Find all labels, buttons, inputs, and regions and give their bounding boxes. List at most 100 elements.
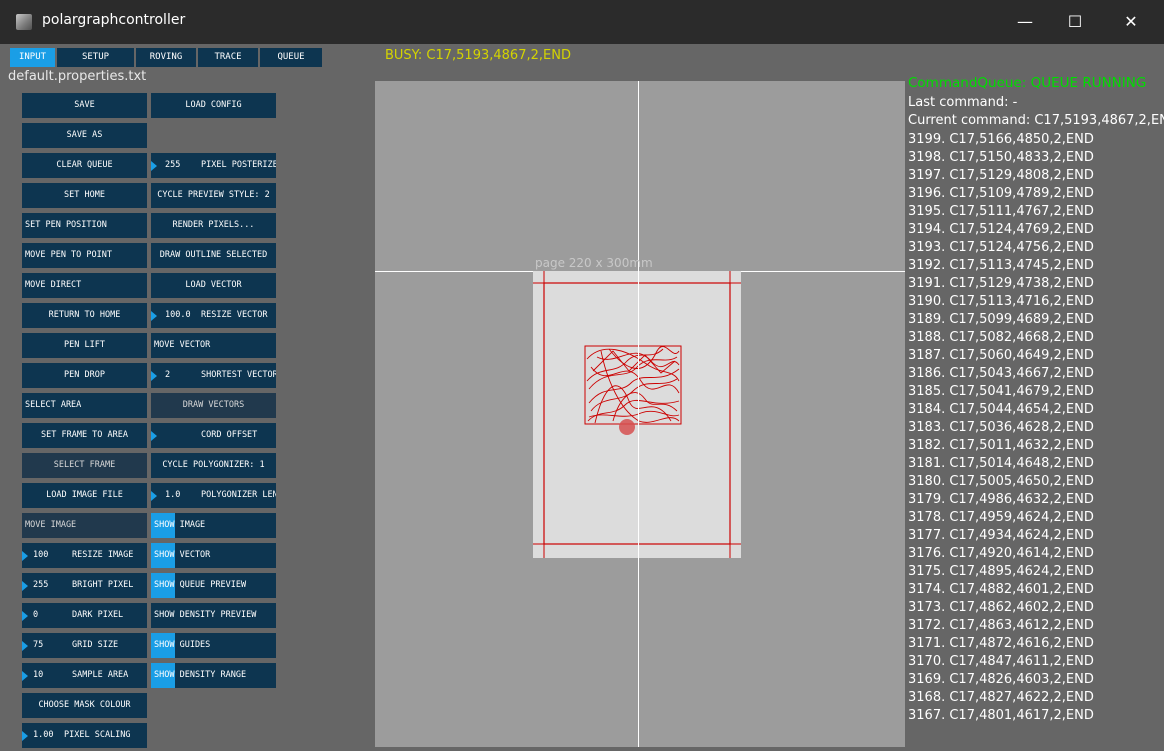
resize-image-label: RESIZE IMAGE <box>72 550 134 560</box>
show-density-range-toggle[interactable]: SHOW DENSITY RANGE <box>151 663 276 688</box>
cycle-polygonizer-button[interactable]: CYCLE POLYGONIZER: 1 <box>151 453 276 478</box>
polygonizer-length-label: POLYGONIZER LENGTH <box>201 490 276 500</box>
set-pen-position-button[interactable]: SET PEN POSITION <box>22 213 147 238</box>
tab-input[interactable]: INPUT <box>10 48 55 67</box>
current-command: Current command: C17,5193,4867,2,END <box>908 113 1164 128</box>
show-image-toggle[interactable]: SHOW IMAGE <box>151 513 276 538</box>
bright-pixel-label: BRIGHT PIXEL <box>72 580 134 590</box>
frame-outline <box>543 282 731 545</box>
queue-entry: 3189. C17,5099,4689,2,END <box>908 312 1094 327</box>
load-image-file-button[interactable]: LOAD IMAGE FILE <box>22 483 147 508</box>
show-density-range-label: SHOW DENSITY RANGE <box>154 670 247 680</box>
queue-entry: 3174. C17,4882,4601,2,END <box>908 582 1094 597</box>
value-arrow-icon <box>22 551 28 561</box>
queue-entry: 3196. C17,5109,4789,2,END <box>908 186 1094 201</box>
queue-entry: 3181. C17,5014,4648,2,END <box>908 456 1094 471</box>
dark-pixel-value: 0 <box>33 610 39 620</box>
last-command: Last command: - <box>908 95 1018 110</box>
tab-setup[interactable]: SETUP <box>57 48 134 67</box>
window-title: polargraphcontroller <box>42 12 186 28</box>
show-density-preview-label: SHOW DENSITY PREVIEW <box>154 610 257 620</box>
queue-entry: 3168. C17,4827,4622,2,END <box>908 690 1094 705</box>
render-pixels-button[interactable]: RENDER PIXELS... <box>151 213 276 238</box>
value-arrow-icon <box>151 311 157 321</box>
show-vector-toggle[interactable]: SHOW VECTOR <box>151 543 276 568</box>
sample-area-value: 10 <box>33 670 44 680</box>
resize-vector-value: 100.0 <box>165 310 191 320</box>
value-arrow-icon <box>22 641 28 651</box>
pixel-scaling-control[interactable]: 1.00 PIXEL SCALING <box>22 723 147 748</box>
move-vector-button[interactable]: MOVE VECTOR <box>151 333 276 358</box>
queue-entry: 3178. C17,4959,4624,2,END <box>908 510 1094 525</box>
queue-entry: 3194. C17,5124,4769,2,END <box>908 222 1094 237</box>
load-config-button[interactable]: LOAD CONFIG <box>151 93 276 118</box>
set-home-button[interactable]: SET HOME <box>22 183 147 208</box>
resize-image-control[interactable]: 100 RESIZE IMAGE <box>22 543 147 568</box>
sample-area-label: SAMPLE AREA <box>72 670 129 680</box>
vector-drawing <box>586 346 680 424</box>
cord-offset-control[interactable]: CORD OFFSET <box>151 423 276 448</box>
queue-entry: 3182. C17,5011,4632,2,END <box>908 438 1094 453</box>
draw-outline-selected-button[interactable]: DRAW OUTLINE SELECTED <box>151 243 276 268</box>
tab-roving[interactable]: ROVING <box>136 48 196 67</box>
dark-pixel-control[interactable]: 0 DARK PIXEL <box>22 603 147 628</box>
return-to-home-button[interactable]: RETURN TO HOME <box>22 303 147 328</box>
queue-entry: 3180. C17,5005,4650,2,END <box>908 474 1094 489</box>
vertical-guide-line <box>638 81 639 747</box>
choose-mask-colour-button[interactable]: CHOOSE MASK COLOUR <box>22 693 147 718</box>
value-arrow-icon <box>151 371 157 381</box>
queue-entry: 3195. C17,5111,4767,2,END <box>908 204 1094 219</box>
resize-vector-control[interactable]: 100.0 RESIZE VECTOR <box>151 303 276 328</box>
bright-pixel-control[interactable]: 255 BRIGHT PIXEL <box>22 573 147 598</box>
page-size-label: page 220 x 300mm <box>535 256 653 270</box>
select-area-button[interactable]: SELECT AREA <box>22 393 147 418</box>
machine-canvas[interactable]: page 220 x 300mm <box>375 81 905 747</box>
value-arrow-icon <box>151 161 157 171</box>
queue-entry: 3198. C17,5150,4833,2,END <box>908 150 1094 165</box>
pen-drop-button[interactable]: PEN DROP <box>22 363 147 388</box>
maximize-button[interactable]: ☐ <box>1052 0 1098 44</box>
app-area: INPUT SETUP ROVING TRACE QUEUE BUSY: C17… <box>0 44 1164 751</box>
set-frame-to-area-button[interactable]: SET FRAME TO AREA <box>22 423 147 448</box>
minimize-button[interactable]: — <box>1002 0 1048 44</box>
tab-queue[interactable]: QUEUE <box>260 48 322 67</box>
move-direct-button[interactable]: MOVE DIRECT <box>22 273 147 298</box>
show-density-preview-toggle[interactable]: SHOW DENSITY PREVIEW <box>151 603 276 628</box>
select-frame-button[interactable]: SELECT FRAME <box>22 453 147 478</box>
show-vector-label: SHOW VECTOR <box>154 550 211 560</box>
close-button[interactable]: ✕ <box>1108 0 1154 44</box>
grid-size-value: 75 <box>33 640 44 650</box>
value-arrow-icon <box>151 431 157 441</box>
move-pen-to-point-button[interactable]: MOVE PEN TO POINT <box>22 243 147 268</box>
load-vector-button[interactable]: LOAD VECTOR <box>151 273 276 298</box>
queue-entry: 3191. C17,5129,4738,2,END <box>908 276 1094 291</box>
queue-status: CommandQueue: QUEUE RUNNING <box>908 75 1147 91</box>
draw-vectors-button[interactable]: DRAW VECTORS <box>151 393 276 418</box>
shortest-vector-control[interactable]: 2 SHORTEST VECTOR <box>151 363 276 388</box>
pen-lift-button[interactable]: PEN LIFT <box>22 333 147 358</box>
sample-area-control[interactable]: 10 SAMPLE AREA <box>22 663 147 688</box>
page-drawing <box>533 271 741 558</box>
pixel-posterize-control[interactable]: 255 PIXEL POSTERIZE <box>151 153 276 178</box>
queue-entry: 3186. C17,5043,4667,2,END <box>908 366 1094 381</box>
queue-entry: 3169. C17,4826,4603,2,END <box>908 672 1094 687</box>
tab-trace[interactable]: TRACE <box>198 48 258 67</box>
pixel-posterize-value: 255 <box>165 160 181 170</box>
queue-entry: 3175. C17,4895,4624,2,END <box>908 564 1094 579</box>
shortest-vector-label: SHORTEST VECTOR <box>201 370 276 380</box>
grid-size-control[interactable]: 75 GRID SIZE <box>22 633 147 658</box>
move-image-button[interactable]: MOVE IMAGE <box>22 513 147 538</box>
polygonizer-length-control[interactable]: 1.0 POLYGONIZER LENGTH <box>151 483 276 508</box>
save-as-button[interactable]: SAVE AS <box>22 123 147 148</box>
value-arrow-icon <box>151 491 157 501</box>
queue-entry: 3188. C17,5082,4668,2,END <box>908 330 1094 345</box>
polygonizer-length-value: 1.0 <box>165 490 181 500</box>
queue-entry: 3192. C17,5113,4745,2,END <box>908 258 1094 273</box>
clear-queue-button[interactable]: CLEAR QUEUE <box>22 153 147 178</box>
save-button[interactable]: SAVE <box>22 93 147 118</box>
show-queue-preview-toggle[interactable]: SHOW QUEUE PREVIEW <box>151 573 276 598</box>
queue-entry: 3177. C17,4934,4624,2,END <box>908 528 1094 543</box>
cycle-preview-style-button[interactable]: CYCLE PREVIEW STYLE: 2 <box>151 183 276 208</box>
queue-entry: 3176. C17,4920,4614,2,END <box>908 546 1094 561</box>
show-guides-toggle[interactable]: SHOW GUIDES <box>151 633 276 658</box>
